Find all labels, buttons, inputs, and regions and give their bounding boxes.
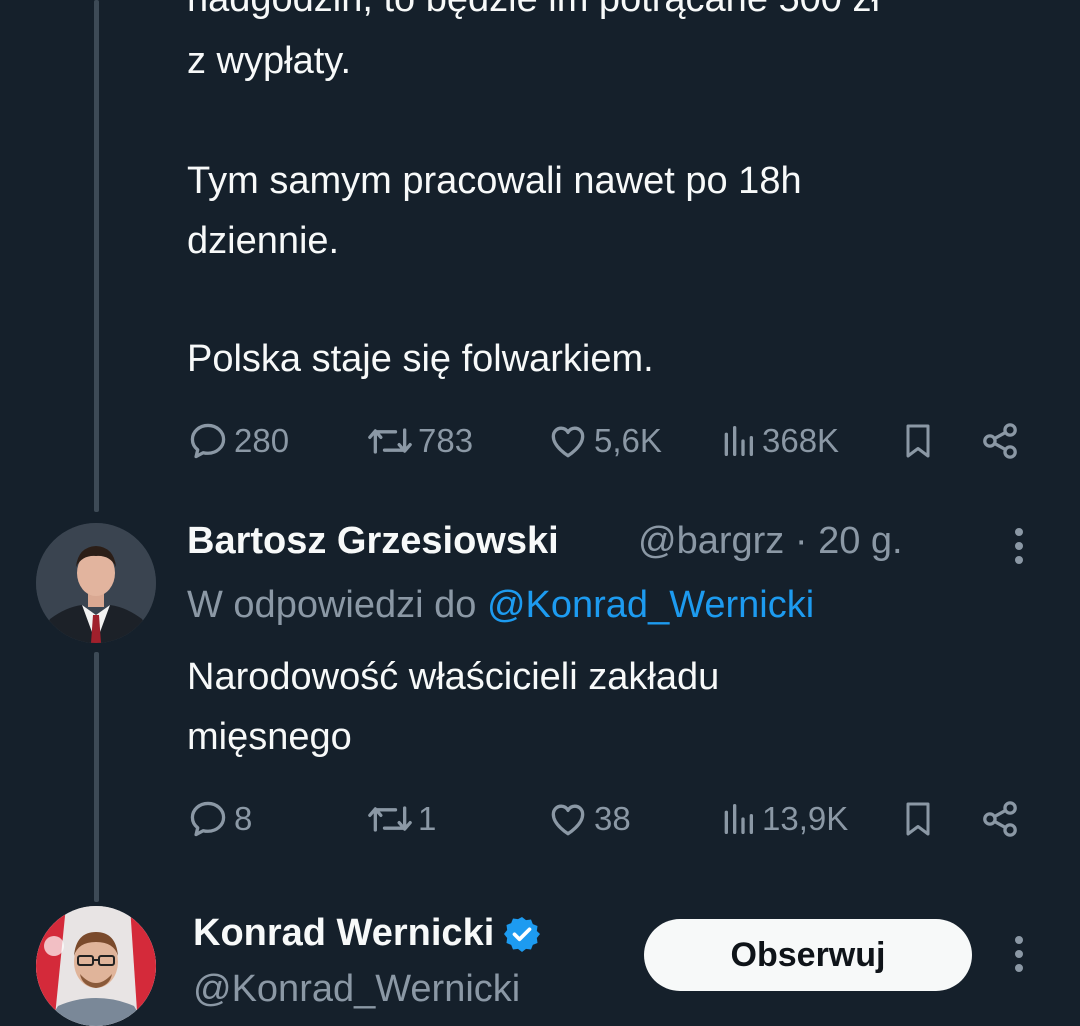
repost-count: 783 [418, 422, 474, 459]
reply-prefix: W odpowiedzi do [187, 584, 477, 626]
repost-icon [368, 806, 412, 832]
reply-to-link[interactable]: @Konrad_Wernicki [487, 584, 814, 626]
repost-button[interactable]: 1 [366, 794, 436, 844]
tweet2-handle[interactable]: @bargrz [638, 520, 784, 562]
tweet2-meta: @bargrz · 20 g. [638, 520, 903, 563]
like-icon [551, 426, 585, 458]
tweet3-more-button[interactable] [1009, 936, 1029, 972]
tweet2-text-line1: Narodowość właścicieli zakładu [187, 656, 720, 698]
tweet2-actions: 8 1 38 13,9K [186, 794, 1036, 844]
reply-button[interactable]: 8 [186, 794, 252, 844]
views-icon [724, 804, 753, 834]
reply-count: 280 [234, 422, 290, 459]
avatar-bartosz[interactable] [36, 523, 156, 643]
reply-button[interactable]: 280 [186, 416, 289, 466]
share-button[interactable] [978, 416, 1022, 466]
verified-badge-icon [504, 916, 541, 952]
tweet3-author-name[interactable]: Konrad Wernicki [193, 912, 542, 955]
thread-line-middle [94, 652, 99, 902]
tweet2-separator: · [794, 520, 808, 562]
views-button[interactable]: 13,9K [718, 794, 848, 844]
tweet1-text-line1: nadgodzin, to będzie im potrącane 500 zł [187, 0, 880, 28]
repost-button[interactable]: 783 [366, 416, 473, 466]
tweet1-text-line2: z wypłaty. [187, 40, 352, 82]
repost-icon [368, 428, 412, 454]
share-button[interactable] [978, 794, 1022, 844]
bookmark-button[interactable] [898, 416, 938, 466]
reply-icon [190, 801, 226, 837]
avatar-konrad[interactable] [36, 906, 156, 1026]
views-count: 13,9K [762, 800, 849, 837]
tweet2-reply-context: W odpowiedzi do @Konrad_Wernicki [187, 584, 814, 627]
repost-count: 1 [418, 800, 437, 837]
tweet3-author-name-text: Konrad Wernicki [193, 912, 495, 954]
tweet2-time[interactable]: 20 g. [818, 520, 903, 562]
reply-icon [190, 423, 226, 459]
views-button[interactable]: 368K [718, 416, 839, 466]
bookmark-button[interactable] [898, 794, 938, 844]
bookmark-icon [906, 424, 930, 458]
more-icon [1015, 936, 1023, 972]
tweet1-text-line4: dziennie. [187, 220, 340, 262]
tweet2-more-button[interactable] [1009, 528, 1029, 564]
follow-button[interactable]: Obserwuj [644, 919, 972, 991]
like-button[interactable]: 5,6K [546, 416, 662, 466]
share-icon [983, 801, 1017, 837]
bookmark-icon [906, 802, 930, 836]
tweet1-text-line5: Polska staje się folwarkiem. [187, 338, 654, 380]
like-button[interactable]: 38 [546, 794, 631, 844]
reply-count: 8 [234, 800, 253, 837]
tweet2-author-name[interactable]: Bartosz Grzesiowski [187, 520, 559, 563]
like-count: 5,6K [594, 422, 662, 459]
tweet2-text-line2: mięsnego [187, 716, 352, 758]
tweet1-actions: 280 783 5,6K 368K [186, 416, 1036, 466]
views-count: 368K [762, 422, 840, 459]
more-icon [1015, 528, 1023, 564]
views-icon [724, 426, 753, 456]
tweet1-text-line3: Tym samym pracowali nawet po 18h [187, 160, 802, 202]
like-icon [551, 804, 585, 836]
share-icon [983, 423, 1017, 459]
tweet3-handle[interactable]: @Konrad_Wernicki [193, 968, 520, 1011]
thread-line-top [94, 0, 99, 512]
like-count: 38 [594, 800, 631, 837]
